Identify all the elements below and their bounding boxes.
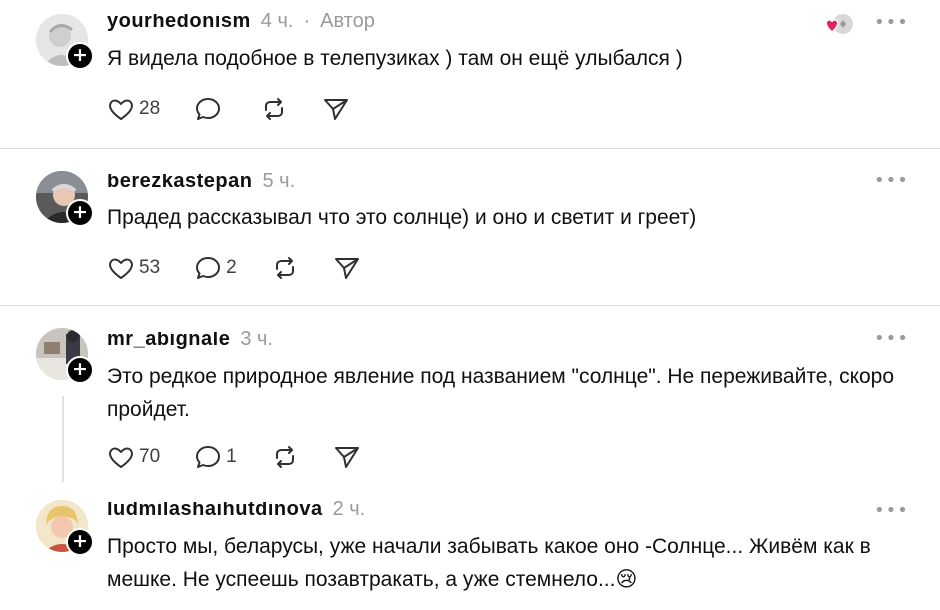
repost-icon <box>275 446 294 468</box>
post-header: berezkastepan 5 ч. <box>107 170 295 193</box>
post-text: Просто мы, беларусы, уже начали забывать… <box>107 535 871 591</box>
follow-plus-icon[interactable]: + <box>66 42 94 70</box>
like-count: 70 <box>139 446 161 467</box>
post-actions: 53 2 <box>107 255 395 281</box>
divider <box>0 148 940 149</box>
reply-count: 2 <box>226 257 237 278</box>
separator: · <box>303 10 311 32</box>
avatar[interactable]: + <box>36 328 94 384</box>
username[interactable]: mr_abignale <box>107 332 230 351</box>
repost-button[interactable] <box>271 444 299 470</box>
timestamp: 5 ч. <box>262 170 296 192</box>
timestamp: 2 ч. <box>332 498 366 520</box>
post-header: yourhedonism 4 ч. · Автор <box>107 10 375 33</box>
post-text: Прадед рассказывал что это солнце) и оно… <box>107 206 697 229</box>
timestamp: 3 ч. <box>240 328 273 350</box>
reply-button[interactable] <box>194 96 226 122</box>
comment-bubble-icon <box>196 446 221 468</box>
username[interactable]: berezkastepan <box>107 174 252 193</box>
avatar[interactable]: + <box>36 14 94 70</box>
send-icon <box>334 258 359 279</box>
follow-plus-icon[interactable]: + <box>66 199 94 227</box>
post-text: Я видела подобное в телепузиках ) там он… <box>107 47 683 70</box>
repost-button[interactable] <box>260 96 288 122</box>
comment-bubble-icon <box>196 257 221 279</box>
share-button[interactable] <box>333 444 361 470</box>
like-count: 28 <box>139 98 161 119</box>
author-tag: Автор <box>320 10 375 32</box>
username[interactable]: yourhedonism <box>107 14 251 33</box>
share-button[interactable] <box>322 96 350 122</box>
repost-icon <box>265 98 284 120</box>
send-icon <box>324 99 349 120</box>
heart-icon <box>109 447 133 468</box>
more-dots-icon[interactable]: ••• <box>874 328 908 349</box>
reply-count: 1 <box>226 446 237 467</box>
comments-feed: + yourhedonism 4 ч. · Автор ••• Я видела… <box>0 0 940 610</box>
post-actions: 70 1 <box>107 444 395 470</box>
more-dots-icon[interactable]: ••• <box>874 12 908 33</box>
repost-icon <box>275 257 294 279</box>
comment-bubble-icon <box>196 98 221 120</box>
repost-button[interactable] <box>271 255 299 281</box>
divider <box>0 305 940 306</box>
post-header: mr_abignale 3 ч. <box>107 328 273 351</box>
username[interactable]: ludmilashaihutdinova <box>107 502 323 521</box>
avatar[interactable]: + <box>36 500 94 556</box>
more-dots-icon[interactable]: ••• <box>874 170 908 191</box>
thread-line <box>62 396 64 482</box>
follow-plus-icon[interactable]: + <box>66 528 94 556</box>
like-button[interactable]: 53 <box>107 255 160 281</box>
timestamp: 4 ч. <box>260 10 294 32</box>
post-header: ludmilashaihutdinova 2 ч. <box>107 498 365 521</box>
share-button[interactable] <box>333 255 361 281</box>
send-icon <box>334 447 359 468</box>
like-button[interactable]: 28 <box>107 96 160 122</box>
heart-icon <box>109 99 133 120</box>
reply-button[interactable]: 2 <box>194 255 237 281</box>
heart-icon <box>109 258 133 279</box>
post-actions: 28 <box>107 96 384 122</box>
more-dots-icon[interactable]: ••• <box>874 500 908 521</box>
follow-plus-icon[interactable]: + <box>66 356 94 384</box>
avatar[interactable]: + <box>36 171 94 227</box>
like-count: 53 <box>139 257 161 278</box>
reply-button[interactable]: 1 <box>194 444 237 470</box>
like-button[interactable]: 70 <box>107 444 160 470</box>
post-text: Это редкое природное явление под названи… <box>107 365 895 421</box>
liked-by-author-icon <box>824 12 854 36</box>
